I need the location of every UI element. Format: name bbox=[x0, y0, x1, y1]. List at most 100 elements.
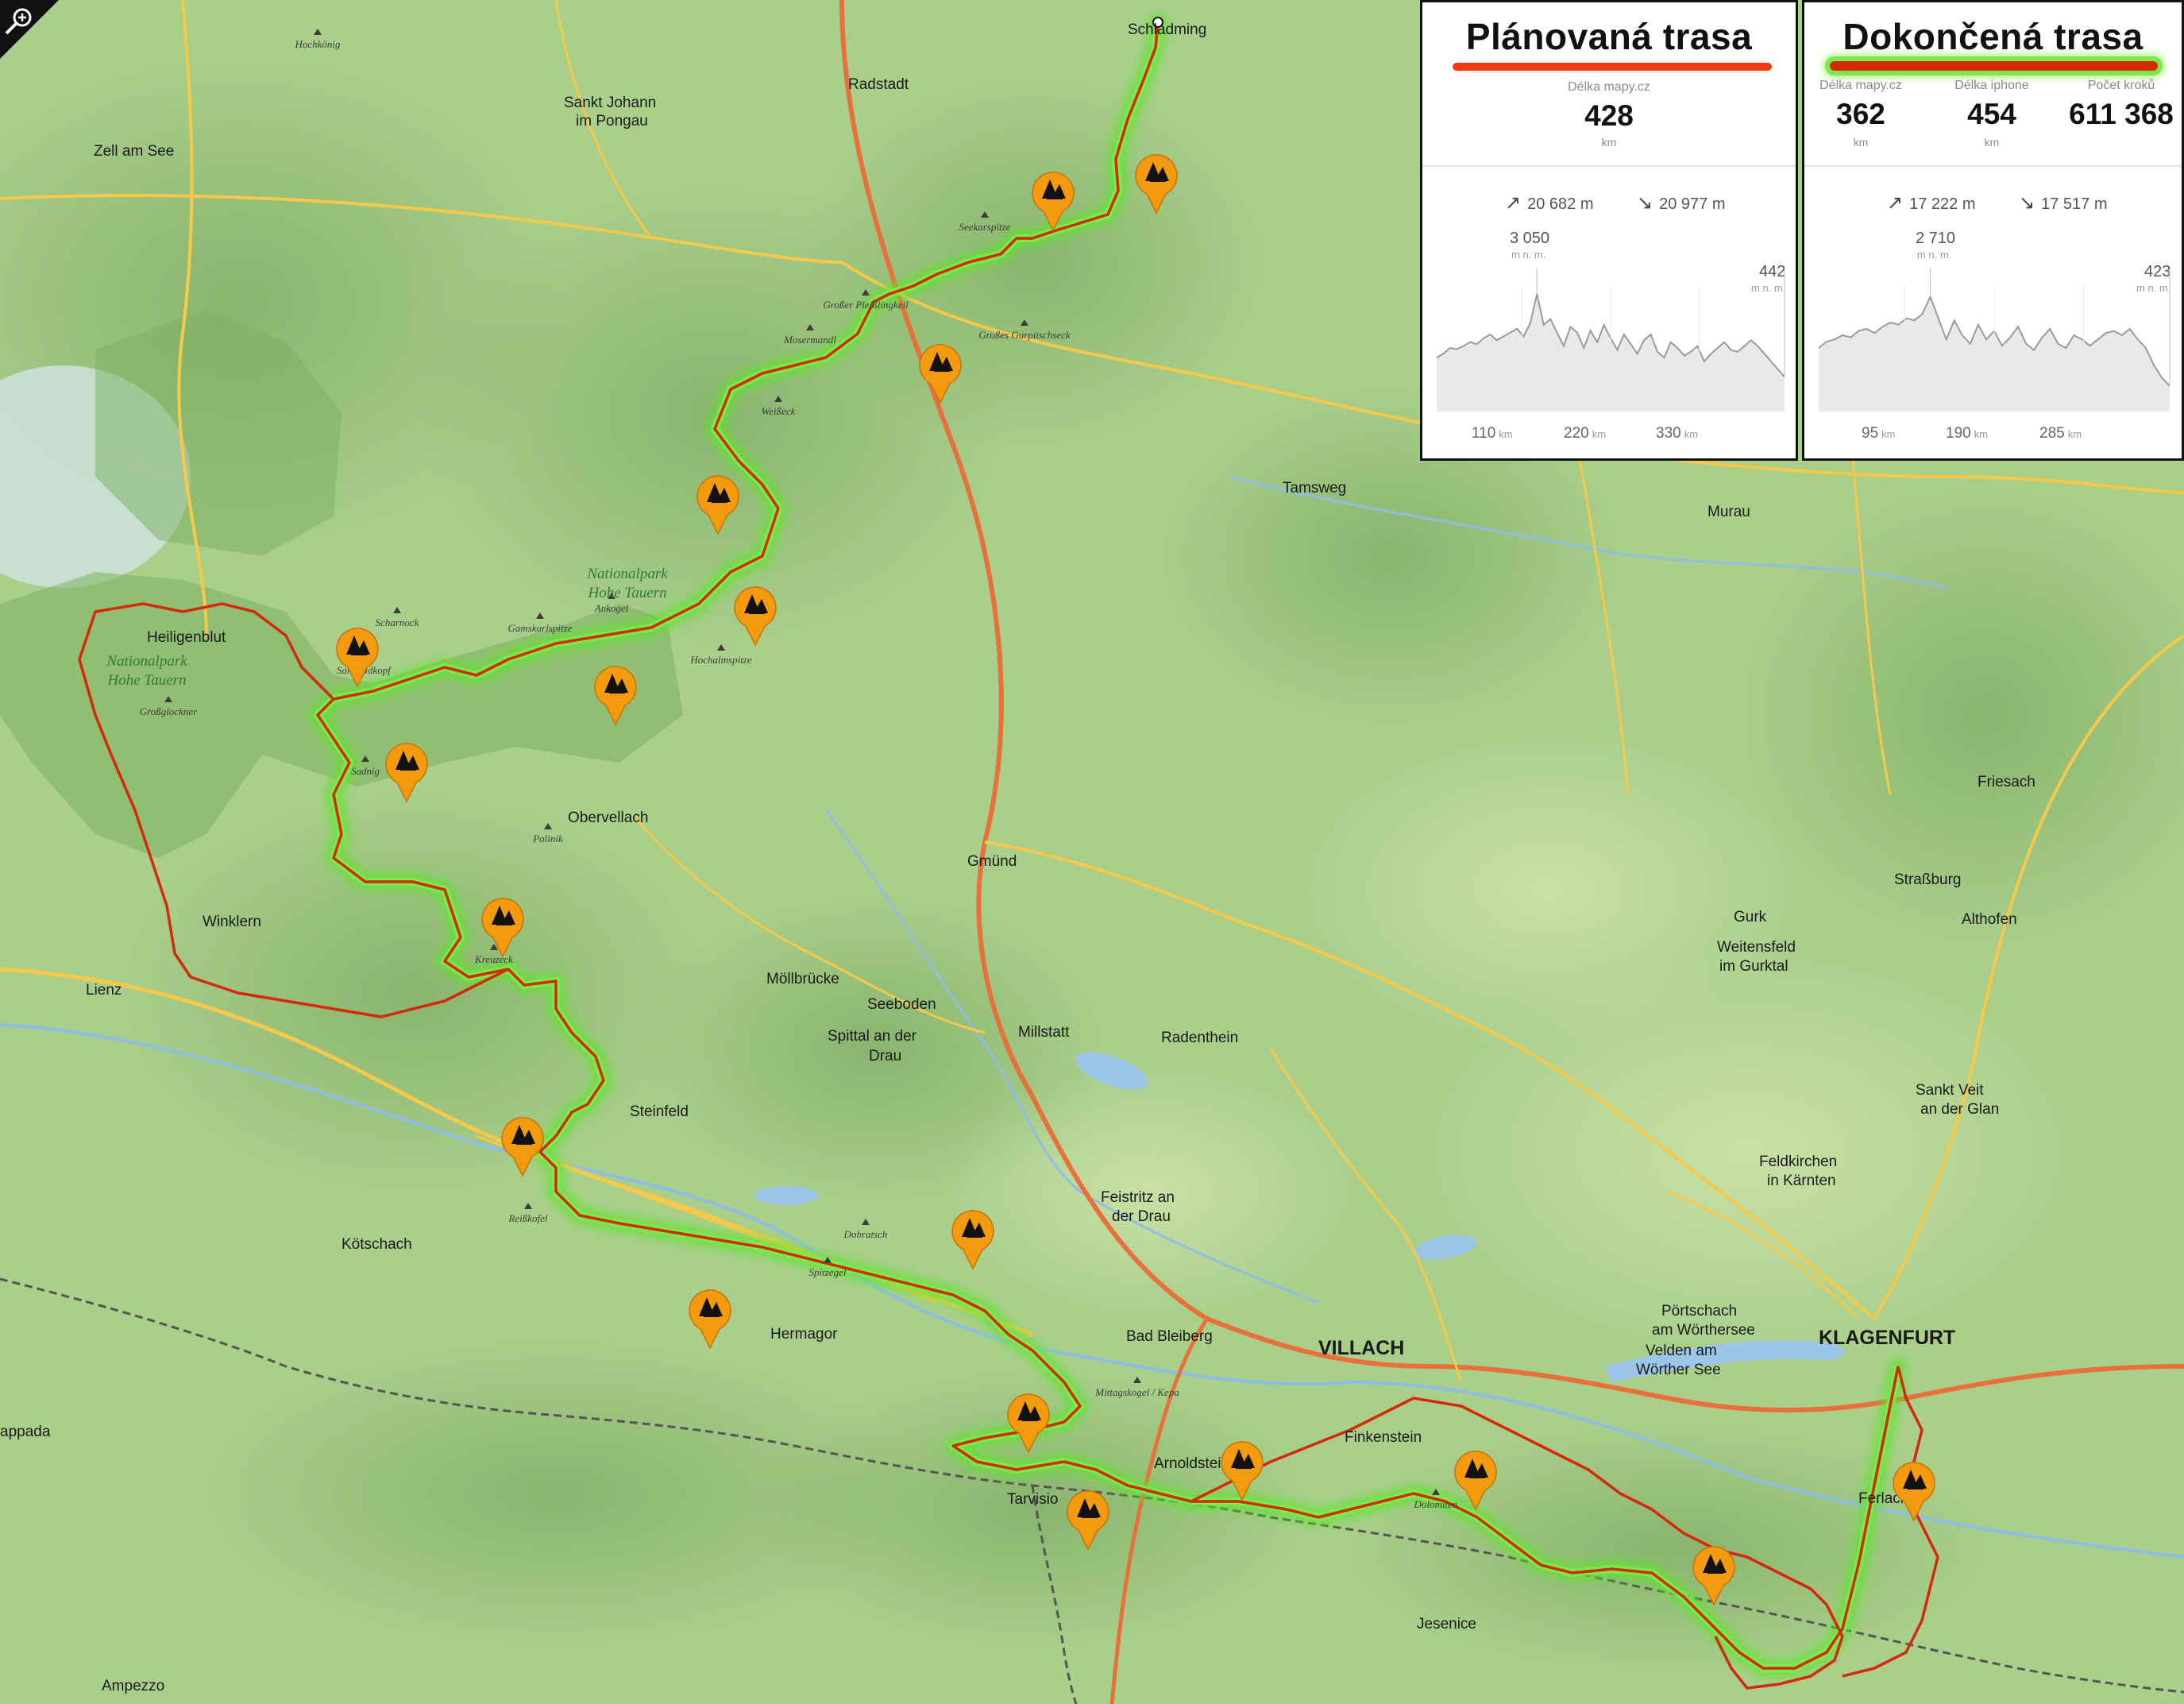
place-label: Heiligenblut bbox=[147, 629, 226, 646]
svg-text:Weißeck: Weißeck bbox=[762, 405, 796, 417]
place-label: Spittal an der bbox=[828, 1028, 917, 1045]
place-label: VILLACH bbox=[1318, 1337, 1404, 1359]
svg-text:Großes Gurpitschseck: Großes Gurpitschseck bbox=[978, 329, 1071, 341]
planned-max-elevation: 3 050 bbox=[1510, 230, 1550, 247]
place-label: an der Glan bbox=[1920, 1101, 1999, 1118]
svg-text:Reißkofel: Reißkofel bbox=[507, 1212, 547, 1224]
place-label: Straßburg bbox=[1894, 871, 1961, 888]
svg-text:Seekarspitze: Seekarspitze bbox=[959, 221, 1011, 233]
planned-length-label: Délka mapy.cz bbox=[1568, 80, 1650, 94]
place-label: Seeboden bbox=[867, 996, 936, 1013]
completed-stat1-unit: km bbox=[1853, 136, 1869, 149]
completed-stat2-unit: km bbox=[1984, 136, 2000, 149]
completed-stat1-label: Délka mapy.cz bbox=[1819, 79, 1902, 92]
completed-route-panel: Dokončená trasa Délka mapy.cz Délka ipho… bbox=[1802, 0, 2184, 461]
svg-text:Polinik: Polinik bbox=[532, 833, 563, 844]
place-label: Feistritz an bbox=[1101, 1189, 1175, 1206]
place-label: im Gurktal bbox=[1719, 958, 1788, 975]
place-label: Radenthein bbox=[1161, 1030, 1238, 1046]
place-label: Gurk bbox=[1734, 909, 1767, 925]
completed-ascent: ↗ 17 222 m bbox=[1887, 191, 1976, 214]
planned-ascent-value: 20 682 m bbox=[1527, 195, 1594, 213]
svg-text:Gamskarlspitze: Gamskarlspitze bbox=[508, 622, 573, 634]
descent-arrow-icon: ↘ bbox=[1637, 192, 1653, 214]
place-label: Hermagor bbox=[770, 1326, 838, 1343]
svg-text:Kreuzeck: Kreuzeck bbox=[474, 953, 513, 965]
place-label: Kötschach bbox=[341, 1236, 412, 1253]
place-label: Finkenstein bbox=[1345, 1429, 1422, 1446]
place-label: Arnoldstein bbox=[1154, 1455, 1229, 1472]
tick-unit: km bbox=[1684, 428, 1699, 440]
place-label: Drau bbox=[869, 1048, 901, 1065]
completed-max-unit: m n. m. bbox=[1917, 249, 1952, 261]
completed-descent-value: 17 517 m bbox=[2041, 195, 2108, 213]
place-label: Weitensfeld bbox=[1717, 939, 1796, 956]
svg-text:Mittagskogel / Kepa: Mittagskogel / Kepa bbox=[1094, 1386, 1179, 1398]
svg-text:Hochkönig: Hochkönig bbox=[294, 38, 341, 50]
place-label: Friesach bbox=[1978, 774, 2035, 790]
tick-unit: km bbox=[1881, 428, 1896, 440]
svg-text:Sadnig: Sadnig bbox=[351, 765, 380, 777]
planned-max-unit: m n. m. bbox=[1511, 249, 1546, 261]
place-label: Velden am bbox=[1646, 1343, 1717, 1359]
planned-km-tick-1: 110 km bbox=[1472, 425, 1513, 442]
completed-title: Dokončená trasa bbox=[1843, 16, 2143, 57]
planned-km-tick-2: 220 km bbox=[1564, 425, 1606, 442]
svg-text:Hochalmspitze: Hochalmspitze bbox=[689, 654, 752, 666]
svg-text:Spitzegel: Spitzegel bbox=[809, 1266, 847, 1278]
planned-km-tick-3: 330 km bbox=[1656, 425, 1698, 442]
planned-elevation-profile bbox=[1436, 269, 1785, 412]
ascent-arrow-icon: ↗ bbox=[1505, 192, 1522, 214]
completed-km-tick-1: 95 km bbox=[1862, 425, 1895, 442]
svg-text:Ankogel: Ankogel bbox=[594, 602, 629, 614]
completed-stat3-value: 611 368 bbox=[2069, 98, 2174, 130]
planned-route-panel: Plánovaná trasa Délka mapy.cz 428 km ↗ 20… bbox=[1420, 0, 1798, 461]
svg-text:Scharnock: Scharnock bbox=[376, 616, 419, 628]
place-label: Ampezzo bbox=[102, 1678, 164, 1694]
place-label: appada bbox=[0, 1424, 51, 1440]
place-label: Steinfeld bbox=[630, 1103, 689, 1120]
planned-descent-value: 20 977 m bbox=[1659, 195, 1726, 213]
place-label: Obervellach bbox=[568, 809, 648, 826]
tick-value: 330 bbox=[1656, 425, 1681, 442]
planned-length-unit: km bbox=[1601, 136, 1617, 149]
completed-elevation-profile bbox=[1818, 269, 2170, 412]
tick-value: 285 bbox=[2039, 425, 2065, 442]
place-label: Sankt Veit bbox=[1916, 1082, 1984, 1099]
place-label: am Wörthersee bbox=[1652, 1322, 1755, 1339]
map-view[interactable]: Schladming Radstadt Sankt Johann im Pongau Z… bbox=[0, 0, 2184, 1704]
zoom-control[interactable] bbox=[0, 0, 59, 59]
place-label: Zell am See bbox=[94, 143, 174, 160]
tick-value: 110 bbox=[1472, 425, 1496, 442]
ascent-arrow-icon: ↗ bbox=[1887, 192, 1904, 214]
place-label: Winklern bbox=[203, 914, 261, 930]
tick-unit: km bbox=[1592, 428, 1607, 440]
planned-descent: ↘ 20 977 m bbox=[1637, 191, 1726, 214]
park-label: Hohe Tauern bbox=[587, 585, 666, 601]
place-label: in Kärnten bbox=[1767, 1173, 1836, 1189]
place-label: KLAGENFURT bbox=[1819, 1327, 1955, 1349]
svg-text:Dolomiten: Dolomiten bbox=[1414, 1498, 1458, 1510]
tick-value: 190 bbox=[1946, 425, 1971, 442]
place-label: Sankt Johann bbox=[564, 95, 656, 111]
place-label: Wörther See bbox=[1636, 1362, 1721, 1378]
place-label: Bad Bleiberg bbox=[1126, 1328, 1213, 1345]
completed-stat2-label: Délka iphone bbox=[1954, 79, 2029, 92]
place-label: der Drau bbox=[1112, 1208, 1171, 1225]
completed-ascent-value: 17 222 m bbox=[1909, 195, 1976, 213]
completed-descent: ↘ 17 517 m bbox=[2019, 191, 2108, 214]
place-label: Murau bbox=[1707, 504, 1750, 520]
tick-value: 220 bbox=[1564, 425, 1589, 442]
tick-unit: km bbox=[1499, 428, 1513, 440]
place-label: Lienz bbox=[86, 982, 122, 999]
planned-title: Plánovaná trasa bbox=[1465, 16, 1753, 57]
place-label: im Pongau bbox=[576, 113, 648, 129]
place-label: Tamsweg bbox=[1283, 480, 1346, 497]
svg-text:Großer Pleißlingkeil: Großer Pleißlingkeil bbox=[823, 299, 909, 311]
place-label: Feldkirchen bbox=[1759, 1153, 1837, 1170]
tick-unit: km bbox=[1974, 428, 1989, 440]
completed-km-tick-2: 190 km bbox=[1946, 425, 1988, 442]
completed-stat2-value: 454 bbox=[1967, 98, 2016, 130]
place-label: Millstatt bbox=[1018, 1024, 1070, 1041]
completed-km-tick-3: 285 km bbox=[2039, 425, 2082, 442]
